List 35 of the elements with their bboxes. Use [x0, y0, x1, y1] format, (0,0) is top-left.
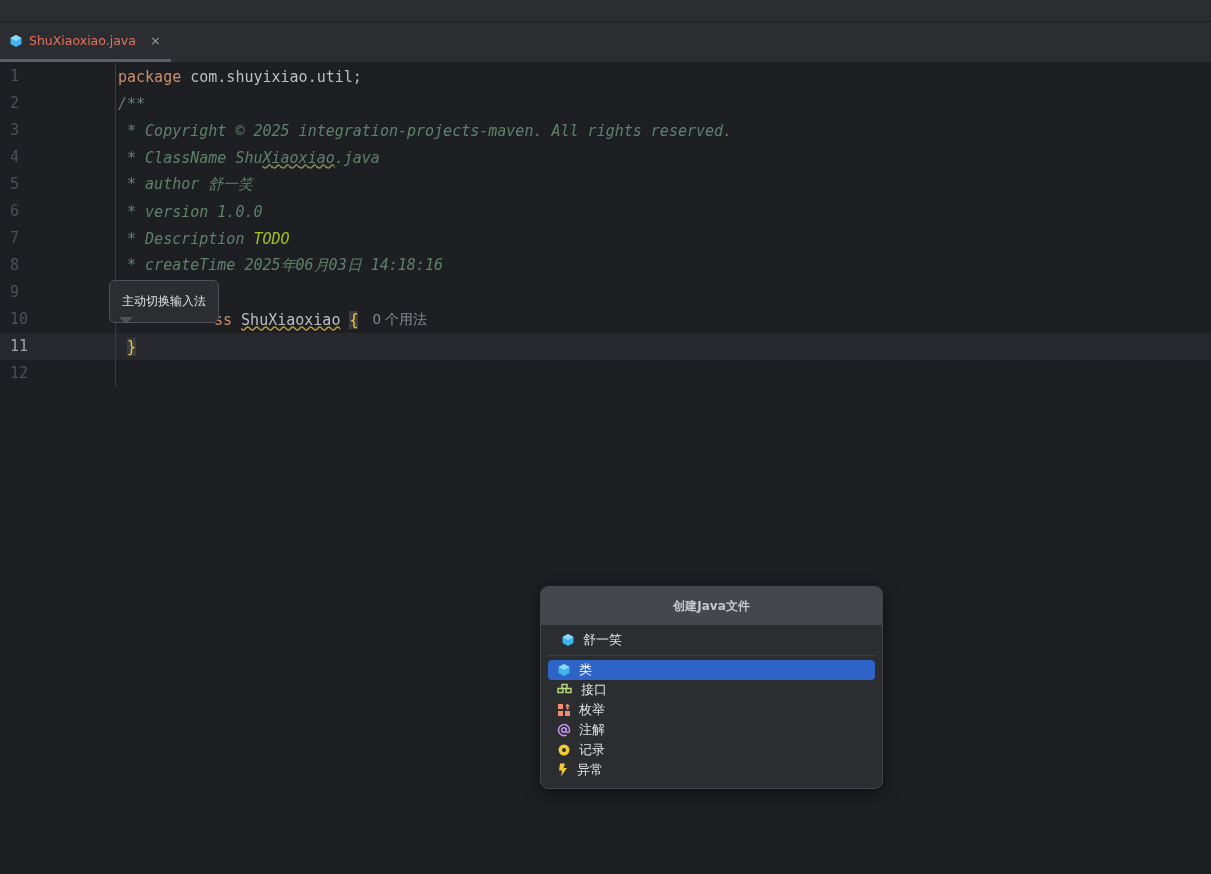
- code-token: * Copyright © 2025 integration-projects-maven. All rights reserved.: [126, 121, 733, 140]
- cube-icon: [561, 633, 575, 647]
- tooltip: 主动切换输入法: [109, 280, 219, 323]
- list-item[interactable]: 记录: [548, 740, 875, 760]
- dot-circle-icon: [557, 743, 571, 757]
- at-sign-icon: [557, 723, 571, 737]
- close-icon[interactable]: ×: [149, 33, 161, 48]
- popup-title: 创建Java文件: [541, 587, 882, 625]
- line-number: 11: [0, 333, 116, 360]
- list-item[interactable]: 接口: [548, 680, 875, 700]
- list-item[interactable]: 类: [548, 660, 875, 680]
- list-item[interactable]: 异常: [548, 760, 875, 780]
- code-token: ShuXiaoxiao: [241, 310, 341, 329]
- code-token: com.shuyixiao.util;: [189, 67, 362, 86]
- list-item[interactable]: 注解: [548, 720, 875, 740]
- code-token: 0 个用法: [372, 310, 428, 329]
- code-token: * Description: [126, 229, 246, 248]
- code-token: /**: [118, 94, 146, 113]
- code-token: package: [118, 67, 182, 86]
- name-field[interactable]: 舒一笑: [548, 625, 875, 656]
- code-token: Xiaoxiao: [262, 148, 335, 167]
- code-token: .java: [334, 148, 380, 167]
- code-token: }: [127, 337, 137, 356]
- lightning-icon: [557, 763, 569, 777]
- code-token: * author 舒一笑: [126, 175, 254, 194]
- tooltip-pointer: [119, 317, 133, 324]
- code-token: * ClassName Shu: [126, 148, 263, 167]
- code-token: * createTime 2025年06月03日 14:18:16: [126, 256, 443, 275]
- cube-icon: [9, 33, 23, 48]
- list-item[interactable]: 枚举: [548, 700, 875, 720]
- code-token: * version 1.0.0: [126, 202, 263, 221]
- code-token: {: [349, 310, 359, 329]
- tiles-icon: [557, 703, 571, 717]
- code-token: TODO: [253, 229, 290, 248]
- cube-icon: [557, 663, 571, 677]
